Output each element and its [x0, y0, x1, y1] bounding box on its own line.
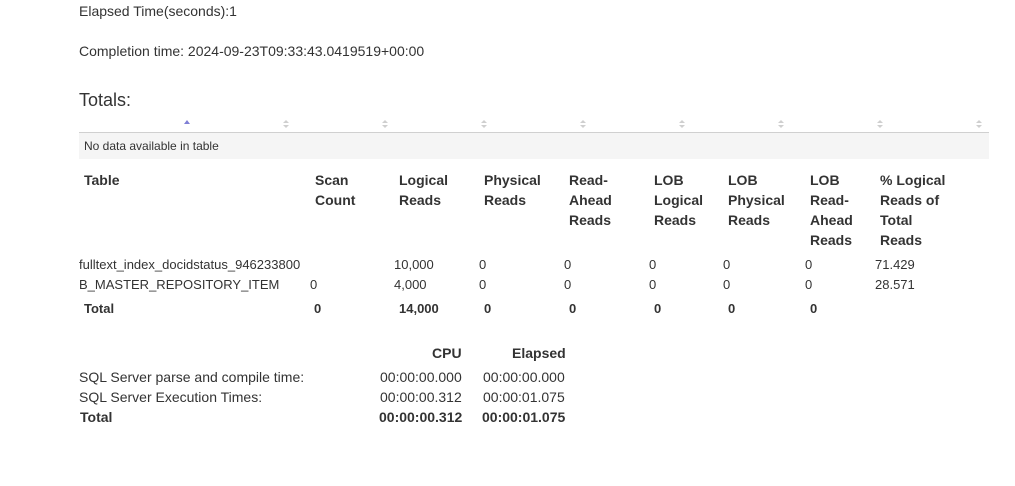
- total-row-lob-logical-reads: 0: [654, 301, 662, 316]
- table-row-percent-logical-reads: 28.571: [875, 277, 915, 292]
- column-header-lob-logical-reads: LOB Logical Reads: [654, 172, 704, 228]
- column-header-physical-reads: Physical Reads: [484, 172, 541, 208]
- empty-table-message: No data available in table: [84, 139, 219, 153]
- table-row-lob-physical-reads: 0: [723, 257, 731, 272]
- table-row-name: B_MASTER_REPOSITORY_ITEM: [79, 277, 280, 292]
- table-row-read-ahead-reads: 0: [564, 257, 572, 272]
- total-row-read-ahead-reads: 0: [569, 301, 577, 316]
- elapsed-time-text: Elapsed Time(seconds):1: [79, 3, 237, 19]
- time-total-cpu: 00:00:00.312: [379, 409, 463, 425]
- column-header-percent-logical-reads: % Logical Reads of Total Reads: [880, 172, 946, 248]
- total-row-scan-count: 0: [314, 301, 322, 316]
- table-row-physical-reads: 0: [479, 277, 487, 292]
- table-row-logical-reads: 4,000: [394, 277, 427, 292]
- empty-table-sort-header: [79, 119, 989, 133]
- table-row-physical-reads: 0: [479, 257, 487, 272]
- column-header-lob-read-ahead-reads: LOB Read-Ahead Reads: [810, 172, 853, 248]
- completion-time-text: Completion time: 2024-09-23T09:33:43.041…: [79, 43, 425, 59]
- time-total-label: Total: [80, 409, 113, 425]
- table-row-percent-logical-reads: 71.429: [875, 257, 915, 272]
- time-row-elapsed: 00:00:00.000: [483, 369, 565, 385]
- total-row-logical-reads: 14,000: [399, 301, 439, 316]
- total-row-physical-reads: 0: [484, 301, 492, 316]
- table-row-lob-logical-reads: 0: [649, 277, 657, 292]
- total-row-lob-read-ahead-reads: 0: [810, 301, 818, 316]
- total-row-lob-physical-reads: 0: [728, 301, 736, 316]
- column-header-cpu: CPU: [432, 345, 462, 361]
- column-header-logical-reads: Logical Reads: [399, 172, 449, 208]
- column-header-table: Table: [84, 172, 120, 188]
- table-row-logical-reads: 10,000: [394, 257, 434, 272]
- totals-heading: Totals:: [79, 90, 132, 110]
- table-row-lob-physical-reads: 0: [723, 277, 731, 292]
- total-row-label: Total: [84, 301, 115, 316]
- column-header-elapsed: Elapsed: [512, 345, 566, 361]
- time-row-elapsed: 00:00:01.075: [483, 389, 565, 405]
- empty-table-row: No data available in table: [79, 133, 989, 159]
- table-row-lob-read-ahead-reads: 0: [805, 277, 813, 292]
- table-row-scan-count: 0: [310, 277, 318, 292]
- column-header-lob-physical-reads: LOB Physical Reads: [728, 172, 785, 228]
- table-row-lob-read-ahead-reads: 0: [805, 257, 813, 272]
- time-row-label: SQL Server Execution Times:: [79, 389, 263, 405]
- table-row-name: fulltext_index_docidstatus_946233800: [79, 257, 301, 272]
- column-header-read-ahead-reads: Read-Ahead Reads: [569, 172, 612, 228]
- time-total-elapsed: 00:00:01.075: [482, 409, 566, 425]
- time-row-cpu: 00:00:00.312: [380, 389, 462, 405]
- column-header-scan-count: Scan Count: [315, 172, 356, 208]
- time-row-label: SQL Server parse and compile time:: [79, 369, 305, 385]
- time-row-cpu: 00:00:00.000: [380, 369, 462, 385]
- table-row-read-ahead-reads: 0: [564, 277, 572, 292]
- table-row-lob-logical-reads: 0: [649, 257, 657, 272]
